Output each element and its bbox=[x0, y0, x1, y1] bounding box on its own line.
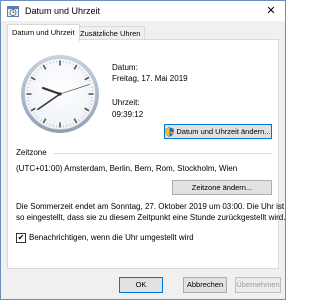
change-date-time-button[interactable]: Datum und Uhrzeit ändern... bbox=[164, 124, 272, 139]
ok-button[interactable]: OK bbox=[119, 277, 163, 293]
tab-panel-date-time: Datum: Freitag, 17. Mai 2019 Uhrzeit: 09… bbox=[7, 39, 285, 269]
time-value: 09:39:12 bbox=[112, 110, 144, 119]
timezone-divider bbox=[54, 153, 272, 154]
close-icon[interactable]: ✕ bbox=[257, 1, 285, 21]
cancel-button[interactable]: Abbrechen bbox=[183, 277, 227, 293]
date-value: Freitag, 17. Mai 2019 bbox=[112, 74, 188, 83]
notify-checkbox[interactable]: ✔ bbox=[16, 233, 26, 243]
tab-additional-clocks[interactable]: Zusätzliche Uhren bbox=[75, 26, 146, 40]
change-date-time-label: Datum und Uhrzeit ändern... bbox=[176, 127, 271, 136]
date-label: Datum: bbox=[112, 63, 138, 72]
analog-clock bbox=[21, 55, 99, 133]
apply-button[interactable]: Übernehmen bbox=[235, 277, 281, 293]
title-bar[interactable]: Datum und Uhrzeit ✕ bbox=[1, 1, 285, 21]
clock-app-icon bbox=[7, 6, 19, 17]
window-title: Datum und Uhrzeit bbox=[25, 6, 101, 16]
timezone-section-label: Zeitzone bbox=[16, 148, 47, 157]
notify-checkbox-label[interactable]: Benachrichtigen, wenn die Uhr umgestellt… bbox=[29, 233, 194, 242]
time-label: Uhrzeit: bbox=[112, 98, 140, 107]
dst-info-line2: so eingestellt, dass sie zu diesem Zeitp… bbox=[16, 213, 286, 222]
clock-center bbox=[58, 92, 62, 96]
tab-date-time[interactable]: Datum und Uhrzeit bbox=[7, 24, 80, 41]
change-timezone-button[interactable]: Zeitzone ändern... bbox=[172, 180, 272, 195]
dialog-window: Datum und Uhrzeit ✕ Datum und Uhrzeit Zu… bbox=[0, 0, 286, 300]
dst-info-line1: Die Sommerzeit endet am Sonntag, 27. Okt… bbox=[16, 202, 285, 211]
timezone-value: (UTC+01:00) Amsterdam, Berlin, Bern, Rom… bbox=[16, 164, 238, 173]
uac-shield-icon bbox=[165, 127, 175, 137]
